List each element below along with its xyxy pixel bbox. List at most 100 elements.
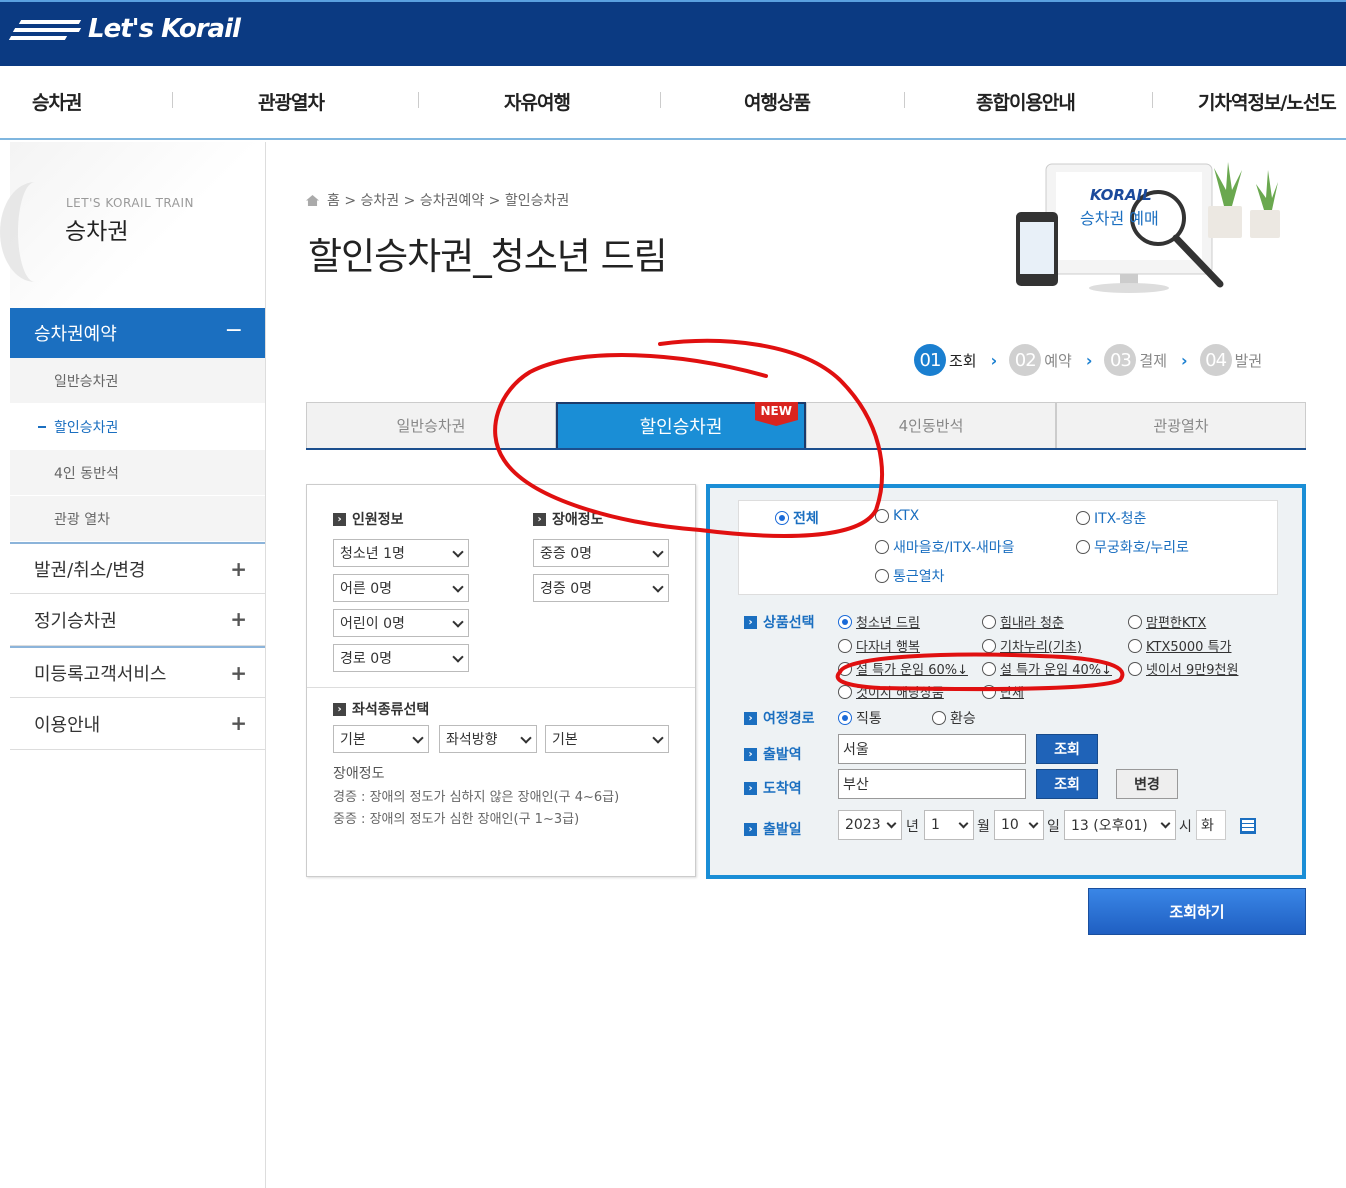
- select-value: 1: [931, 817, 940, 833]
- departure-search-button[interactable]: 조회: [1036, 734, 1098, 764]
- page-title: 할인승차권_청소년 드림: [308, 235, 668, 278]
- train-type-itx[interactable]: ITX-청춘: [1076, 508, 1146, 528]
- radio-icon: [838, 638, 852, 653]
- sidebar-sub-group4[interactable]: 4인 동반석: [10, 450, 265, 496]
- divider: [307, 687, 695, 688]
- month-unit: 월: [977, 819, 990, 835]
- senior-select[interactable]: 경로 0명: [333, 644, 469, 672]
- passenger-panel: › 인원정보 › 장애정도 청소년 1명 어른 0명 어린이 0명 경로 0명 중증…: [306, 484, 696, 877]
- sidebar-sub-discount[interactable]: 할인승차권: [10, 404, 265, 450]
- sidebar-item-issue[interactable]: 발권/취소/변경 +: [10, 542, 265, 594]
- step-label: 발권: [1234, 351, 1263, 370]
- sidebar-item-label: 발권/취소/변경: [34, 559, 146, 581]
- radio-label: 새마을호/ITX-새마을: [893, 540, 1015, 556]
- chevron-down-icon: [520, 732, 532, 744]
- day-select[interactable]: 10: [994, 810, 1044, 840]
- child-select[interactable]: 어린이 0명: [333, 609, 469, 637]
- radio-label: 환승: [950, 711, 976, 727]
- youth-select[interactable]: 청소년 1명: [333, 539, 469, 567]
- arrival-input[interactable]: 부산: [838, 769, 1026, 799]
- radio-label: 직통: [856, 711, 882, 727]
- severe-select[interactable]: 중증 0명: [533, 539, 669, 567]
- nav-free-travel[interactable]: 자유여행: [504, 88, 571, 115]
- product-cheer-youth[interactable]: 힘내라 청춘: [982, 612, 1064, 631]
- hour-select[interactable]: 13 (오후01): [1064, 810, 1176, 840]
- year-select[interactable]: 2023: [838, 810, 902, 840]
- breadcrumb-item: 할인승차권: [504, 193, 570, 209]
- route-transfer[interactable]: 환승: [932, 708, 976, 728]
- chevron-down-icon: [452, 651, 464, 663]
- product-youth-dream[interactable]: 청소년 드림: [838, 612, 920, 631]
- product-mom-ktx[interactable]: 맘편한KTX: [1128, 612, 1206, 631]
- chevron-down-icon: [652, 732, 664, 744]
- radio-icon: [982, 684, 996, 699]
- year-unit: 년: [906, 819, 919, 835]
- nav-guide[interactable]: 종합이용안내: [976, 88, 1076, 115]
- product-other[interactable]: 것이지 해당상품: [838, 682, 944, 701]
- product-ktx5000[interactable]: KTX5000 특가: [1128, 636, 1232, 655]
- step-reserve: 02 예약 ›: [1009, 344, 1092, 376]
- seat-position-select[interactable]: 기본: [545, 725, 669, 753]
- product-four-99[interactable]: 넷이서 9만9천원: [1128, 659, 1238, 678]
- radio-icon: [932, 711, 946, 725]
- radio-label: 넷이서 9만9천원: [1146, 663, 1239, 678]
- nav-tour-train[interactable]: 관광열차: [258, 88, 325, 115]
- home-icon[interactable]: [306, 195, 319, 206]
- sidebar-item-help[interactable]: 이용안내 +: [10, 698, 265, 750]
- sidebar-sub-label: 할인승차권: [54, 419, 119, 436]
- logo-text: Let's Korail: [88, 14, 241, 44]
- select-value: 2023: [845, 817, 881, 833]
- train-type-ktx[interactable]: KTX: [875, 508, 919, 524]
- chevron-down-icon: [1160, 818, 1171, 829]
- radio-label: 무궁화호/누리로: [1094, 540, 1189, 556]
- hour-unit: 시: [1179, 819, 1192, 835]
- calendar-icon[interactable]: [1240, 818, 1256, 834]
- tab-discount[interactable]: 할인승차권 NEW: [556, 402, 806, 448]
- side-nav: LET'S KORAIL TRAIN 승차권 승차권예약 − 일반승차권 할인승…: [0, 142, 266, 1188]
- arrow-bullet-icon: ›: [533, 512, 546, 526]
- month-select[interactable]: 1: [924, 810, 974, 840]
- chevron-down-icon: [652, 581, 664, 593]
- departure-input[interactable]: 서울: [838, 734, 1026, 764]
- collapse-icon[interactable]: −: [225, 318, 243, 343]
- breadcrumb-item[interactable]: 홈: [327, 193, 340, 209]
- route-direct[interactable]: 직통: [838, 708, 882, 728]
- train-type-all[interactable]: 전체: [775, 508, 819, 528]
- weekday-display: 화: [1196, 810, 1226, 840]
- nav-travel-products[interactable]: 여행상품: [744, 88, 811, 115]
- breadcrumb-item[interactable]: 승차권: [361, 193, 400, 209]
- product-multi-child[interactable]: 다자녀 행복: [838, 636, 920, 655]
- tab-general[interactable]: 일반승차권: [306, 402, 556, 448]
- arrival-search-button[interactable]: 조회: [1036, 769, 1098, 799]
- swap-stations-button[interactable]: 변경: [1116, 769, 1178, 799]
- step-number: 04: [1199, 344, 1232, 376]
- adult-select[interactable]: 어른 0명: [333, 574, 469, 602]
- sidebar-sub-tour[interactable]: 관광 열차: [10, 496, 265, 542]
- train-type-commuter[interactable]: 통근열차: [875, 566, 945, 586]
- step-label: 예약: [1044, 351, 1072, 370]
- product-gicha-nuri[interactable]: 기차누리(기초): [982, 636, 1082, 655]
- korail-logo[interactable]: Let's Korail: [8, 14, 241, 44]
- tab-group4[interactable]: 4인동반석: [806, 402, 1056, 448]
- mild-select[interactable]: 경증 0명: [533, 574, 669, 602]
- product-seol-60[interactable]: 설 특가 운임 60%↓: [838, 659, 968, 678]
- radio-icon: [875, 540, 889, 554]
- search-submit-button[interactable]: 조회하기: [1088, 888, 1306, 935]
- seat-type-select[interactable]: 기본: [333, 725, 429, 753]
- nav-tickets[interactable]: 승차권: [32, 88, 82, 115]
- plus-icon: +: [230, 557, 247, 581]
- sidebar-item-guest[interactable]: 미등록고객서비스 +: [10, 646, 265, 698]
- product-group[interactable]: 단체: [982, 682, 1024, 701]
- train-type-mugunghwa[interactable]: 무궁화호/누리로: [1076, 537, 1189, 557]
- sidebar-item-label: 승차권예약: [34, 324, 117, 345]
- product-seol-40[interactable]: 설 특가 운임 40%↓: [982, 659, 1112, 678]
- radio-selected-icon: [838, 711, 852, 725]
- tab-tour[interactable]: 관광열차: [1056, 402, 1306, 448]
- seat-direction-select[interactable]: 좌석방향: [439, 725, 537, 753]
- train-type-saemaeul[interactable]: 새마을호/ITX-새마을: [875, 537, 1015, 557]
- breadcrumb-item[interactable]: 승차권예약: [420, 193, 484, 209]
- sidebar-item-season[interactable]: 정기승차권 +: [10, 594, 265, 646]
- sidebar-sub-general[interactable]: 일반승차권: [10, 358, 265, 404]
- sidebar-item-reservation[interactable]: 승차권예약 −: [10, 308, 265, 358]
- nav-stations[interactable]: 기차역정보/노선도: [1198, 88, 1337, 115]
